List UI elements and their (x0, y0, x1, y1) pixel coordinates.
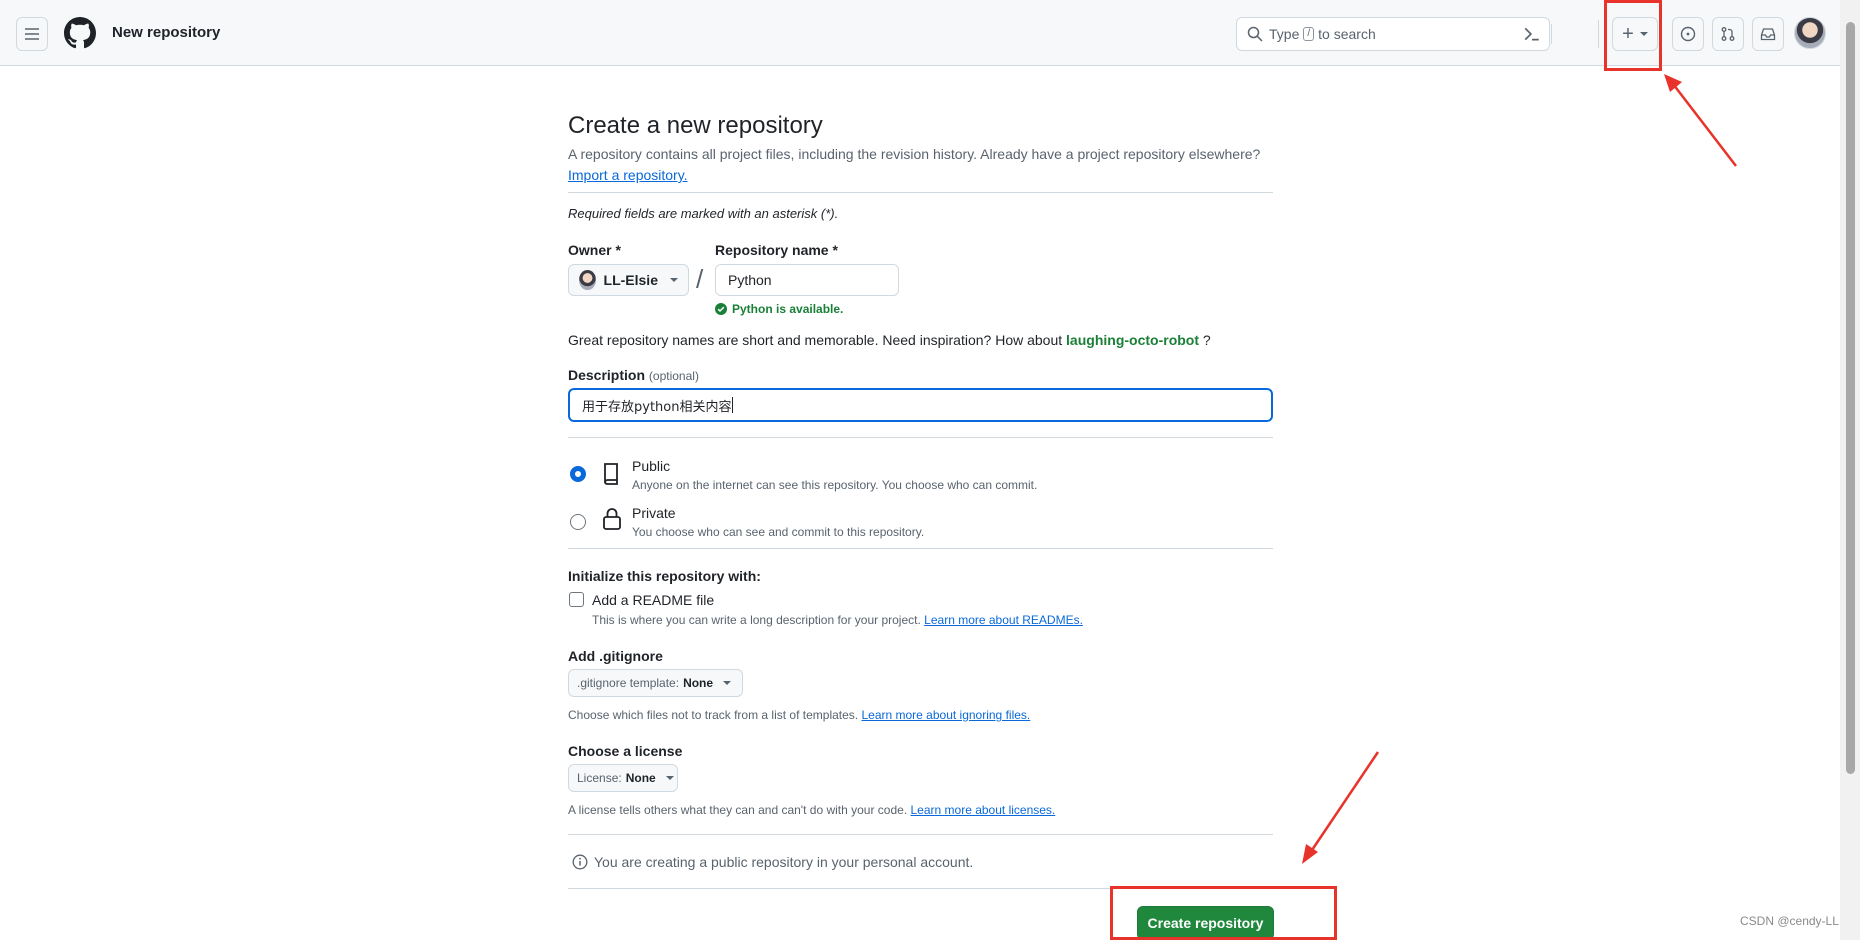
readme-help: This is where you can write a long descr… (592, 613, 1083, 627)
section-divider (568, 192, 1273, 193)
section-divider (568, 548, 1273, 549)
page-context-title: New repository (112, 24, 221, 41)
readme-checkbox[interactable] (569, 592, 584, 607)
search-suffix: to search (1318, 26, 1376, 42)
annotation-box-create-button (1110, 886, 1337, 940)
visibility-notice: You are creating a public repository in … (572, 854, 973, 870)
description-input[interactable]: 用于存放python相关内容 (568, 388, 1273, 422)
public-description: Anyone on the internet can see this repo… (632, 478, 1038, 492)
search-icon (1247, 26, 1263, 42)
menu-button[interactable] (16, 17, 48, 51)
owner-value: LL-Elsie (603, 272, 658, 288)
inspiration-text: Great repository names are short and mem… (568, 332, 1063, 348)
owner-avatar (579, 270, 596, 290)
license-learn-more-link[interactable]: Learn more about licenses. (911, 803, 1056, 817)
issue-opened-icon (1680, 26, 1696, 42)
github-logo[interactable] (64, 17, 96, 49)
user-avatar[interactable] (1794, 17, 1826, 49)
search-input[interactable]: Type / to search (1236, 17, 1552, 51)
owner-select[interactable]: LL-Elsie (568, 264, 689, 296)
suggested-name-link[interactable]: laughing-octo-robot (1066, 332, 1199, 348)
availability-status: Python is available. (715, 302, 843, 316)
app-header: New repository Type / to search + (0, 0, 1840, 66)
gitignore-description: Choose which files not to track from a l… (568, 708, 859, 722)
info-icon (572, 854, 588, 870)
text-cursor (732, 397, 734, 413)
inbox-button[interactable] (1752, 17, 1784, 51)
repo-icon (604, 463, 618, 485)
license-description: A license tells others what they can and… (568, 803, 908, 817)
scrollbar-thumb[interactable] (1846, 22, 1855, 774)
csdn-watermark: CSDN @cendy-LL (1740, 914, 1839, 928)
inspiration-end: ? (1202, 332, 1211, 348)
public-label: Public (632, 458, 671, 474)
chevron-down-icon (723, 681, 732, 685)
description-optional: (optional) (648, 369, 699, 383)
gitignore-label: Add .gitignore (568, 648, 663, 664)
gitignore-select-value: None (683, 676, 714, 690)
header-divider (1598, 20, 1599, 48)
repo-name-value: Python (728, 272, 772, 288)
check-circle-icon (715, 303, 727, 315)
gitignore-template-select[interactable]: .gitignore template: None (568, 669, 743, 697)
search-shortcut-key: / (1303, 27, 1315, 41)
annotation-arrow-bottom (1302, 751, 1380, 864)
private-radio[interactable] (570, 514, 586, 530)
github-octocat-icon (64, 17, 96, 49)
issues-button[interactable] (1672, 17, 1704, 51)
private-label: Private (632, 505, 676, 521)
section-divider (568, 834, 1273, 835)
import-repository-link[interactable]: Import a repository. (568, 167, 688, 183)
chevron-down-icon (670, 278, 678, 282)
gitignore-learn-more-link[interactable]: Learn more about ignoring files. (861, 708, 1030, 722)
license-select-value: None (625, 771, 656, 785)
page-title: Create a new repository (568, 112, 823, 139)
annotation-box-new-button (1604, 0, 1662, 71)
intro-text: A repository contains all project files,… (568, 146, 1261, 162)
required-fields-note: Required fields are marked with an aster… (568, 206, 839, 221)
availability-text: Python is available. (732, 302, 844, 316)
owner-label: Owner * (568, 242, 621, 258)
license-select-prefix: License: (577, 771, 622, 785)
inspiration-line: Great repository names are short and mem… (568, 332, 1211, 348)
description-label: Description (optional) (568, 367, 699, 383)
gitignore-select-prefix: .gitignore template: (577, 676, 680, 690)
init-heading: Initialize this repository with: (568, 568, 761, 584)
search-prefix: Type (1269, 26, 1300, 42)
public-radio[interactable] (570, 466, 586, 482)
pull-request-icon (1721, 27, 1735, 41)
command-palette-icon[interactable] (1523, 25, 1541, 43)
license-select[interactable]: License: None (568, 764, 678, 792)
lock-icon (603, 508, 621, 530)
description-value: 用于存放python相关内容 (582, 399, 732, 415)
license-help: A license tells others what they can and… (568, 803, 1055, 817)
private-description: You choose who can see and commit to thi… (632, 525, 925, 539)
description-label-text: Description (568, 367, 646, 383)
readme-learn-more-link[interactable]: Learn more about READMEs. (924, 613, 1083, 627)
gitignore-help: Choose which files not to track from a l… (568, 708, 1030, 722)
hamburger-menu-icon (25, 28, 39, 40)
license-label: Choose a license (568, 743, 683, 759)
notice-text: You are creating a public repository in … (594, 854, 974, 870)
readme-label[interactable]: Add a README file (592, 592, 714, 608)
search-placeholder: Type / to search (1269, 26, 1376, 42)
repo-name-label: Repository name * (715, 242, 838, 258)
section-divider (568, 437, 1273, 438)
inbox-icon (1760, 28, 1776, 41)
readme-description: This is where you can write a long descr… (592, 613, 921, 627)
annotation-arrow-top (1664, 74, 1737, 167)
pull-requests-button[interactable] (1712, 17, 1744, 51)
chevron-down-icon (665, 776, 674, 780)
search-divider (1551, 24, 1552, 44)
repo-name-input[interactable]: Python (715, 264, 899, 296)
owner-repo-slash: / (696, 264, 704, 294)
